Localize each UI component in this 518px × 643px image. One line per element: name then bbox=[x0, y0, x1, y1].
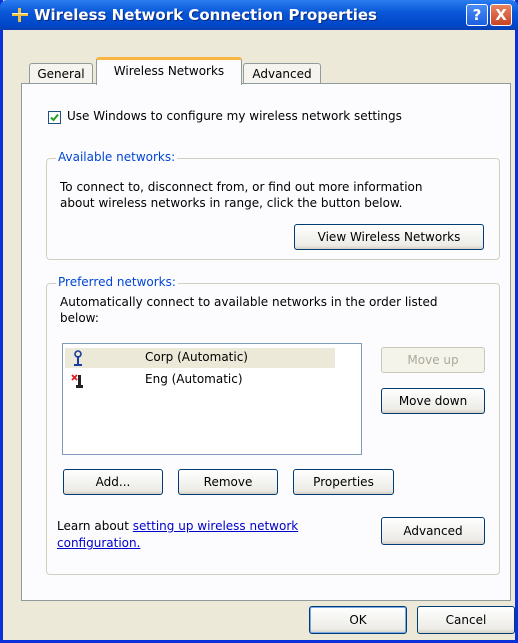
close-button[interactable]: X bbox=[490, 4, 512, 26]
tab-wireless-networks[interactable]: Wireless Networks bbox=[96, 57, 242, 85]
move-down-button[interactable]: Move down bbox=[381, 388, 485, 414]
network-connection-icon bbox=[12, 8, 28, 22]
add-button[interactable]: Add... bbox=[63, 469, 163, 495]
available-description-line1: To connect to, disconnect from, or find … bbox=[60, 180, 423, 194]
network-name: Corp (Automatic) bbox=[145, 350, 248, 364]
properties-button[interactable]: Properties bbox=[293, 469, 394, 495]
available-networks-legend: Available networks: bbox=[56, 150, 178, 164]
preferred-description-line2: below: bbox=[60, 311, 99, 325]
antenna-disconnected-icon bbox=[71, 374, 83, 388]
learn-about-text-line2: configuration. bbox=[57, 535, 140, 551]
wireless-setup-link[interactable]: setting up wireless network bbox=[133, 519, 298, 533]
list-item[interactable]: Eng (Automatic) bbox=[65, 370, 335, 390]
window-title: Wireless Network Connection Properties bbox=[34, 6, 377, 24]
use-windows-checkbox[interactable] bbox=[48, 111, 61, 124]
view-wireless-networks-button[interactable]: View Wireless Networks bbox=[294, 224, 484, 250]
preferred-description-line1: Automatically connect to available netwo… bbox=[60, 295, 438, 309]
network-name: Eng (Automatic) bbox=[145, 372, 243, 386]
tab-advanced[interactable]: Advanced bbox=[243, 63, 321, 84]
tab-general[interactable]: General bbox=[29, 63, 93, 84]
properties-window: Wireless Network Connection Properties ?… bbox=[0, 0, 518, 643]
title-bar[interactable]: Wireless Network Connection Properties ?… bbox=[0, 0, 518, 30]
preferred-networks-legend: Preferred networks: bbox=[56, 275, 178, 289]
wireless-setup-link-continued[interactable]: configuration. bbox=[57, 536, 140, 550]
available-description-line2: about wireless networks in range, click … bbox=[60, 196, 403, 210]
antenna-connected-icon bbox=[74, 350, 82, 366]
remove-button[interactable]: Remove bbox=[178, 469, 278, 495]
help-button[interactable]: ? bbox=[466, 4, 488, 26]
learn-about-text: Learn about setting up wireless network bbox=[57, 518, 298, 534]
learn-prefix: Learn about bbox=[57, 519, 133, 533]
use-windows-label: Use Windows to configure my wireless net… bbox=[67, 109, 402, 123]
move-up-button[interactable]: Move up bbox=[381, 347, 485, 373]
checkmark-icon bbox=[50, 113, 59, 122]
preferred-networks-list[interactable]: Corp (Automatic) Eng (Automatic) bbox=[62, 343, 362, 455]
ok-button[interactable]: OK bbox=[309, 606, 407, 634]
cancel-button[interactable]: Cancel bbox=[417, 606, 515, 634]
list-item[interactable]: Corp (Automatic) bbox=[65, 348, 335, 368]
advanced-button[interactable]: Advanced bbox=[381, 517, 485, 545]
